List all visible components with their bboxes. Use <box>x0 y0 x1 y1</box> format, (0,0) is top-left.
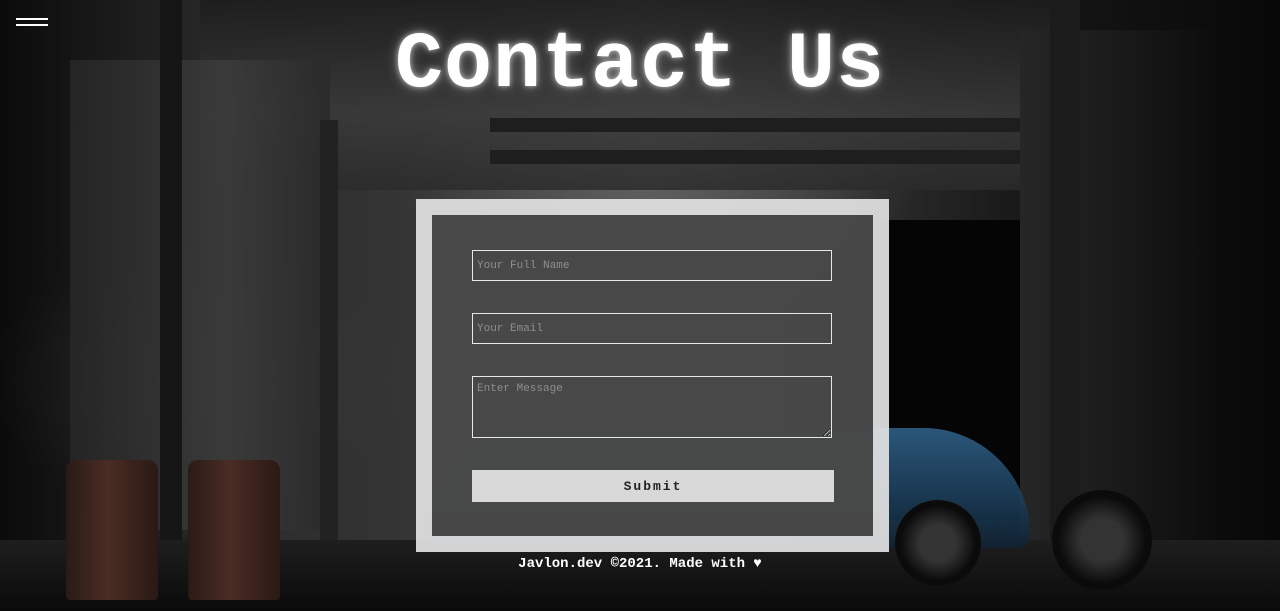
tire <box>1052 490 1152 590</box>
barrel <box>66 460 158 600</box>
ceiling-beam <box>490 150 1050 164</box>
ceiling-beam <box>490 118 1050 132</box>
footer-text: Javlon.dev ©2021. Made with ♥ <box>518 556 762 572</box>
barrel <box>188 460 280 600</box>
page-title: Contact Us <box>394 20 886 111</box>
submit-button[interactable]: Submit <box>472 470 834 502</box>
car-wheel <box>895 500 981 586</box>
message-textarea[interactable] <box>472 376 832 438</box>
full-name-input[interactable] <box>472 250 832 281</box>
pillar <box>320 120 338 611</box>
contact-form-frame: Submit <box>416 199 889 552</box>
contact-form: Submit <box>432 215 873 536</box>
email-input[interactable] <box>472 313 832 344</box>
